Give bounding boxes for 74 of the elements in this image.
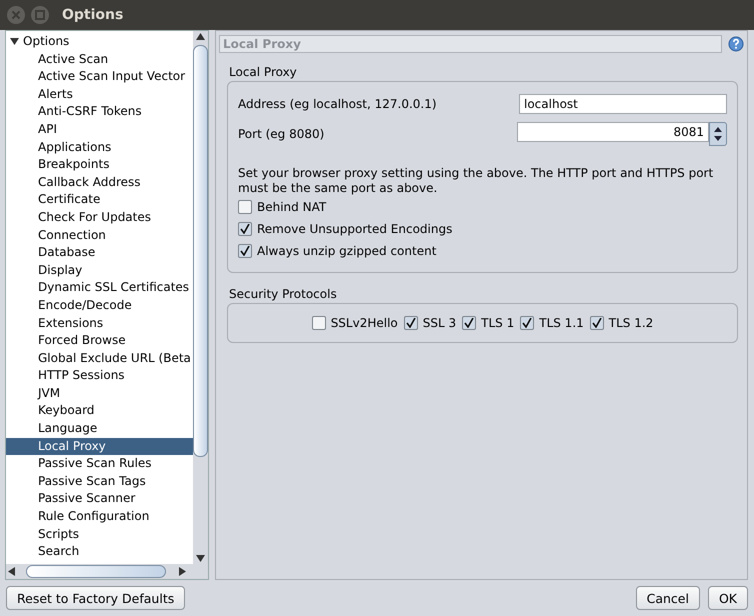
tree-item[interactable]: Breakpoints bbox=[6, 156, 193, 174]
tree-item[interactable]: Passive Scanner bbox=[6, 490, 193, 508]
port-field[interactable]: 8081 bbox=[517, 122, 709, 142]
tree-item[interactable]: Forced Browse bbox=[6, 332, 193, 350]
checkbox-label[interactable]: TLS 1 bbox=[481, 316, 514, 330]
checkmark-icon bbox=[240, 246, 250, 256]
tree-item[interactable]: Connection bbox=[6, 226, 193, 244]
tree-item[interactable]: Encode/Decode bbox=[6, 296, 193, 314]
tree-item[interactable]: Scripts bbox=[6, 526, 193, 544]
tree-item[interactable]: Database bbox=[6, 244, 193, 262]
scrollbar-thumb[interactable] bbox=[193, 45, 208, 457]
tree-item[interactable]: Keyboard bbox=[6, 402, 193, 420]
tree-item[interactable]: Extensions bbox=[6, 314, 193, 332]
expand-arrow-icon[interactable] bbox=[10, 37, 19, 46]
tree-item[interactable]: Dynamic SSL Certificates bbox=[6, 279, 193, 297]
tree-item[interactable]: JVM bbox=[6, 384, 193, 402]
help-icon[interactable] bbox=[728, 36, 744, 52]
tree-item[interactable]: Rule Configuration bbox=[6, 508, 193, 526]
checkmark-icon bbox=[406, 318, 416, 328]
checkbox-label[interactable]: SSLv2Hello bbox=[330, 316, 398, 330]
scroll-right-icon[interactable] bbox=[176, 567, 188, 576]
scroll-left-icon[interactable] bbox=[6, 567, 18, 576]
checkbox[interactable] bbox=[238, 200, 252, 214]
field-label: Port (eg 8080) bbox=[238, 127, 324, 141]
proxy-note: Set your browser proxy setting using the above. The HTTP port and HTTPS port must be the same port as above. bbox=[238, 166, 714, 196]
checkbox-label[interactable]: TLS 1.2 bbox=[608, 316, 654, 330]
checkbox-label[interactable]: TLS 1.1 bbox=[539, 316, 584, 330]
scrollbar-thumb[interactable] bbox=[26, 565, 166, 578]
tree-item[interactable]: API bbox=[6, 120, 193, 139]
address-field[interactable]: localhost bbox=[519, 94, 727, 114]
tree-item[interactable]: Display bbox=[6, 262, 193, 280]
tree-item[interactable]: Active Scan bbox=[6, 50, 193, 68]
cancel-button[interactable]: Cancel bbox=[636, 586, 700, 610]
tree-item[interactable]: Passive Scan Tags bbox=[6, 472, 193, 490]
tree-item[interactable]: Certificate bbox=[6, 191, 193, 209]
checkmark-icon bbox=[592, 318, 602, 328]
tree-item[interactable]: Callback Address bbox=[6, 174, 193, 192]
tree-item[interactable]: Local Proxy bbox=[6, 438, 193, 456]
checkmark-icon bbox=[464, 318, 474, 328]
panel-title: Local Proxy bbox=[219, 35, 722, 53]
tree-item[interactable]: Global Exclude URL (Beta bbox=[6, 350, 193, 368]
field-label: Address (eg localhost, 127.0.0.1) bbox=[238, 97, 437, 111]
checkmark-icon bbox=[240, 224, 250, 234]
tree-item[interactable]: Options bbox=[6, 33, 193, 51]
checkbox-label[interactable]: Remove Unsupported Encodings bbox=[257, 222, 452, 236]
checkbox[interactable] bbox=[238, 244, 252, 258]
group-heading: Local Proxy bbox=[229, 65, 298, 79]
checkbox[interactable] bbox=[590, 316, 604, 330]
checkbox-label[interactable]: Always unzip gzipped content bbox=[257, 244, 436, 258]
tree-item[interactable]: Search bbox=[6, 543, 193, 561]
tree-item[interactable]: Passive Scan Rules bbox=[6, 455, 193, 473]
tree-item[interactable]: Language bbox=[6, 420, 193, 438]
group-heading: Security Protocols bbox=[229, 287, 338, 301]
checkbox[interactable] bbox=[238, 222, 252, 236]
scroll-down-icon[interactable] bbox=[196, 552, 205, 564]
checkbox-label[interactable]: Behind NAT bbox=[257, 200, 326, 214]
window-title: Options bbox=[62, 7, 124, 23]
checkbox[interactable] bbox=[462, 316, 476, 330]
tree-item[interactable]: HTTP Sessions bbox=[6, 367, 193, 385]
spinner-arrows-icon[interactable] bbox=[709, 122, 727, 146]
tree-item[interactable]: Applications bbox=[6, 138, 193, 156]
tree-item[interactable]: Anti-CSRF Tokens bbox=[6, 103, 193, 121]
tree-item[interactable]: Alerts bbox=[6, 86, 193, 104]
ok-button[interactable]: OK bbox=[708, 586, 748, 610]
checkbox-label[interactable]: SSL 3 bbox=[422, 316, 456, 330]
tree-item-label[interactable]: Options bbox=[23, 33, 70, 51]
reset-button[interactable]: Reset to Factory Defaults bbox=[6, 586, 186, 610]
checkmark-icon bbox=[522, 318, 532, 328]
checkbox[interactable] bbox=[404, 316, 418, 330]
tree-item[interactable]: Active Scan Input Vector bbox=[6, 68, 193, 86]
checkbox[interactable] bbox=[520, 316, 534, 330]
tree-item[interactable]: Check For Updates bbox=[6, 208, 193, 227]
checkbox[interactable] bbox=[312, 316, 326, 330]
scroll-up-icon[interactable] bbox=[196, 31, 205, 43]
